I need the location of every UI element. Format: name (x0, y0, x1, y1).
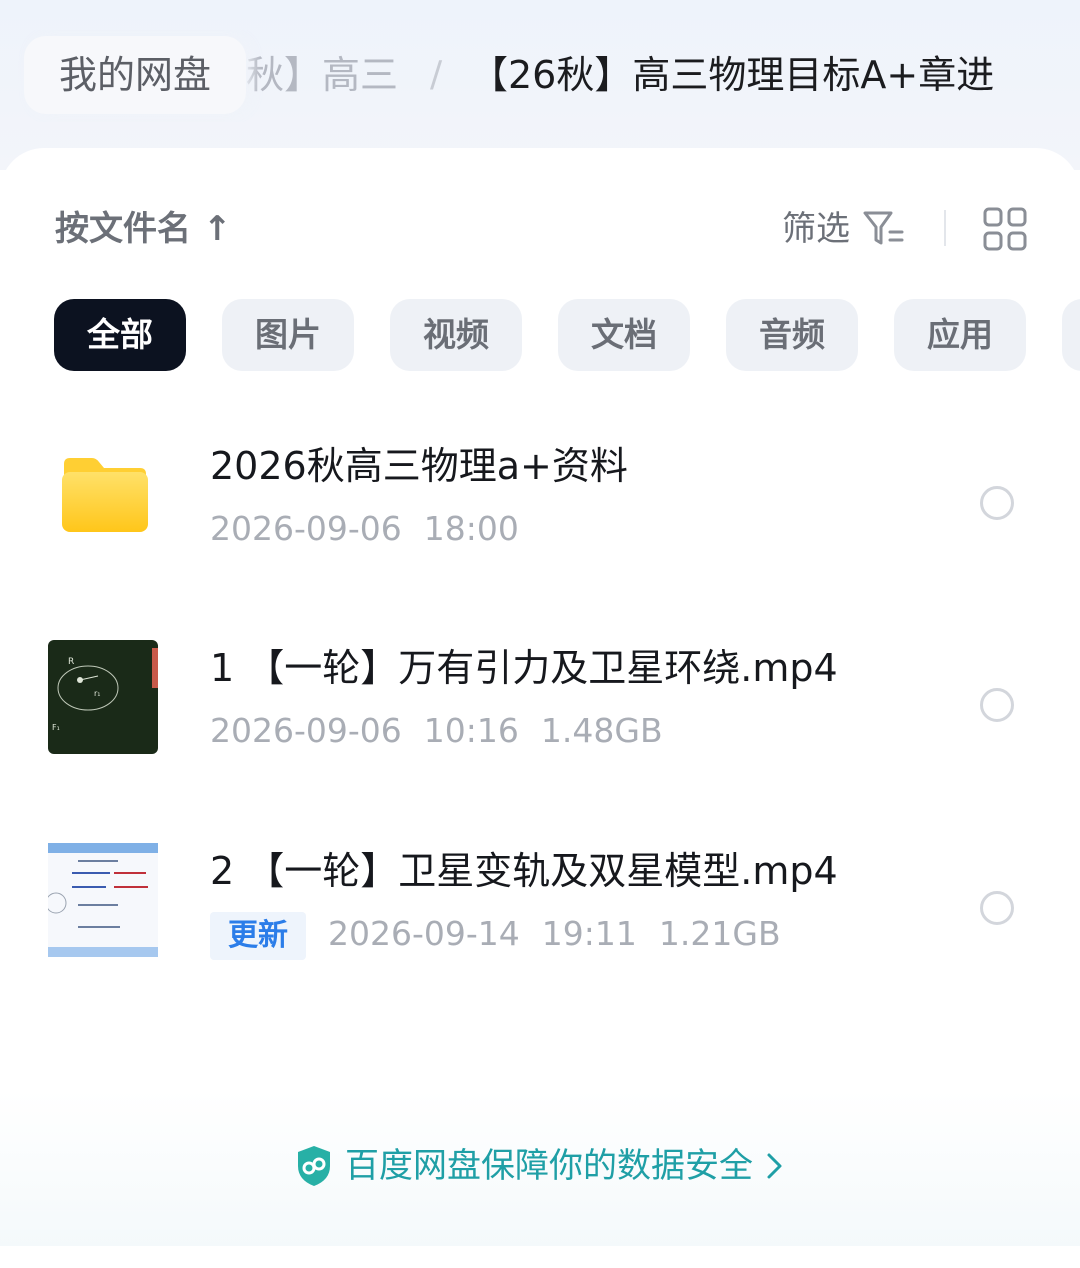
file-meta: 2026-09-06 10:16 1.48GB (210, 706, 685, 756)
tab-all[interactable]: 全部 (54, 299, 186, 371)
file-time: 10:16 (423, 711, 519, 750)
bottom-safe-area (0, 1246, 1080, 1268)
file-time: 19:11 (541, 914, 637, 953)
tab-videos[interactable]: 视频 (390, 299, 522, 371)
video-thumbnail: R r₁ F₁ (48, 640, 158, 754)
svg-text:r₁: r₁ (94, 689, 101, 698)
svg-text:F₁: F₁ (52, 723, 60, 732)
svg-text:R: R (68, 657, 74, 667)
category-tabs: 全部 图片 视频 文档 音频 应用 (0, 299, 1080, 371)
breadcrumb-current: 【26秋】高三物理目标A+章进 (470, 53, 995, 97)
file-meta: 2026-09-06 18:00 (210, 504, 541, 554)
tab-images[interactable]: 图片 (222, 299, 354, 371)
toolbar-divider (944, 210, 946, 246)
file-name: 2026秋高三物理a+资料 (210, 444, 628, 488)
filter-button[interactable]: 筛选 (782, 204, 850, 254)
file-list-card: 按文件名 ↑ 筛选 全部 图片 视频 文档 音频 应用 2026秋高三物理a+资… (0, 148, 1080, 1248)
security-banner[interactable]: 百度网盘保障你的数据安全 (0, 1140, 1080, 1192)
file-date: 2026-09-06 (210, 509, 402, 548)
select-checkbox[interactable] (980, 891, 1014, 925)
tab-more[interactable] (1062, 299, 1080, 371)
list-item[interactable]: 2 【一轮】卫星变轨及双星模型.mp4 更新 2026-09-14 19:11 1.2… (0, 843, 1080, 993)
grid-view-icon[interactable] (982, 206, 1028, 252)
file-name: 1 【一轮】万有引力及卫星环绕.mp4 (210, 646, 838, 690)
tab-audio[interactable]: 音频 (726, 299, 858, 371)
toolbar: 按文件名 ↑ 筛选 (0, 204, 1080, 254)
select-checkbox[interactable] (980, 486, 1014, 520)
video-thumbnail (48, 843, 158, 957)
sort-button[interactable]: 按文件名 ↑ (55, 204, 231, 254)
file-time: 18:00 (423, 509, 519, 548)
update-badge: 更新 (210, 912, 306, 960)
breadcrumb-root[interactable]: 我的网盘 (24, 36, 246, 114)
file-size: 1.21GB (658, 914, 781, 953)
breadcrumb: 我的网盘 秋】高三 / 【26秋】高三物理目标A+章进 (0, 30, 1080, 122)
file-date: 2026-09-06 (210, 711, 402, 750)
breadcrumb-separator: / (430, 54, 443, 95)
select-checkbox[interactable] (980, 688, 1014, 722)
list-item[interactable]: 2026秋高三物理a+资料 2026-09-06 18:00 (0, 438, 1080, 588)
tab-apps[interactable]: 应用 (894, 299, 1026, 371)
file-name: 2 【一轮】卫星变轨及双星模型.mp4 (210, 849, 838, 893)
file-meta: 更新 2026-09-14 19:11 1.21GB (210, 909, 803, 960)
file-date: 2026-09-14 (328, 914, 520, 953)
shield-icon (298, 1146, 330, 1186)
file-size: 1.48GB (540, 711, 663, 750)
tab-documents[interactable]: 文档 (558, 299, 690, 371)
breadcrumb-parent[interactable]: 秋】高三 (246, 36, 398, 114)
folder-icon (62, 458, 148, 532)
filter-icon[interactable] (862, 210, 904, 248)
chevron-right-icon (767, 1153, 782, 1179)
list-item[interactable]: R r₁ F₁ 1 【一轮】万有引力及卫星环绕.mp4 2026-09-06 10… (0, 640, 1080, 790)
security-text: 百度网盘保障你的数据安全 (345, 1146, 753, 1186)
